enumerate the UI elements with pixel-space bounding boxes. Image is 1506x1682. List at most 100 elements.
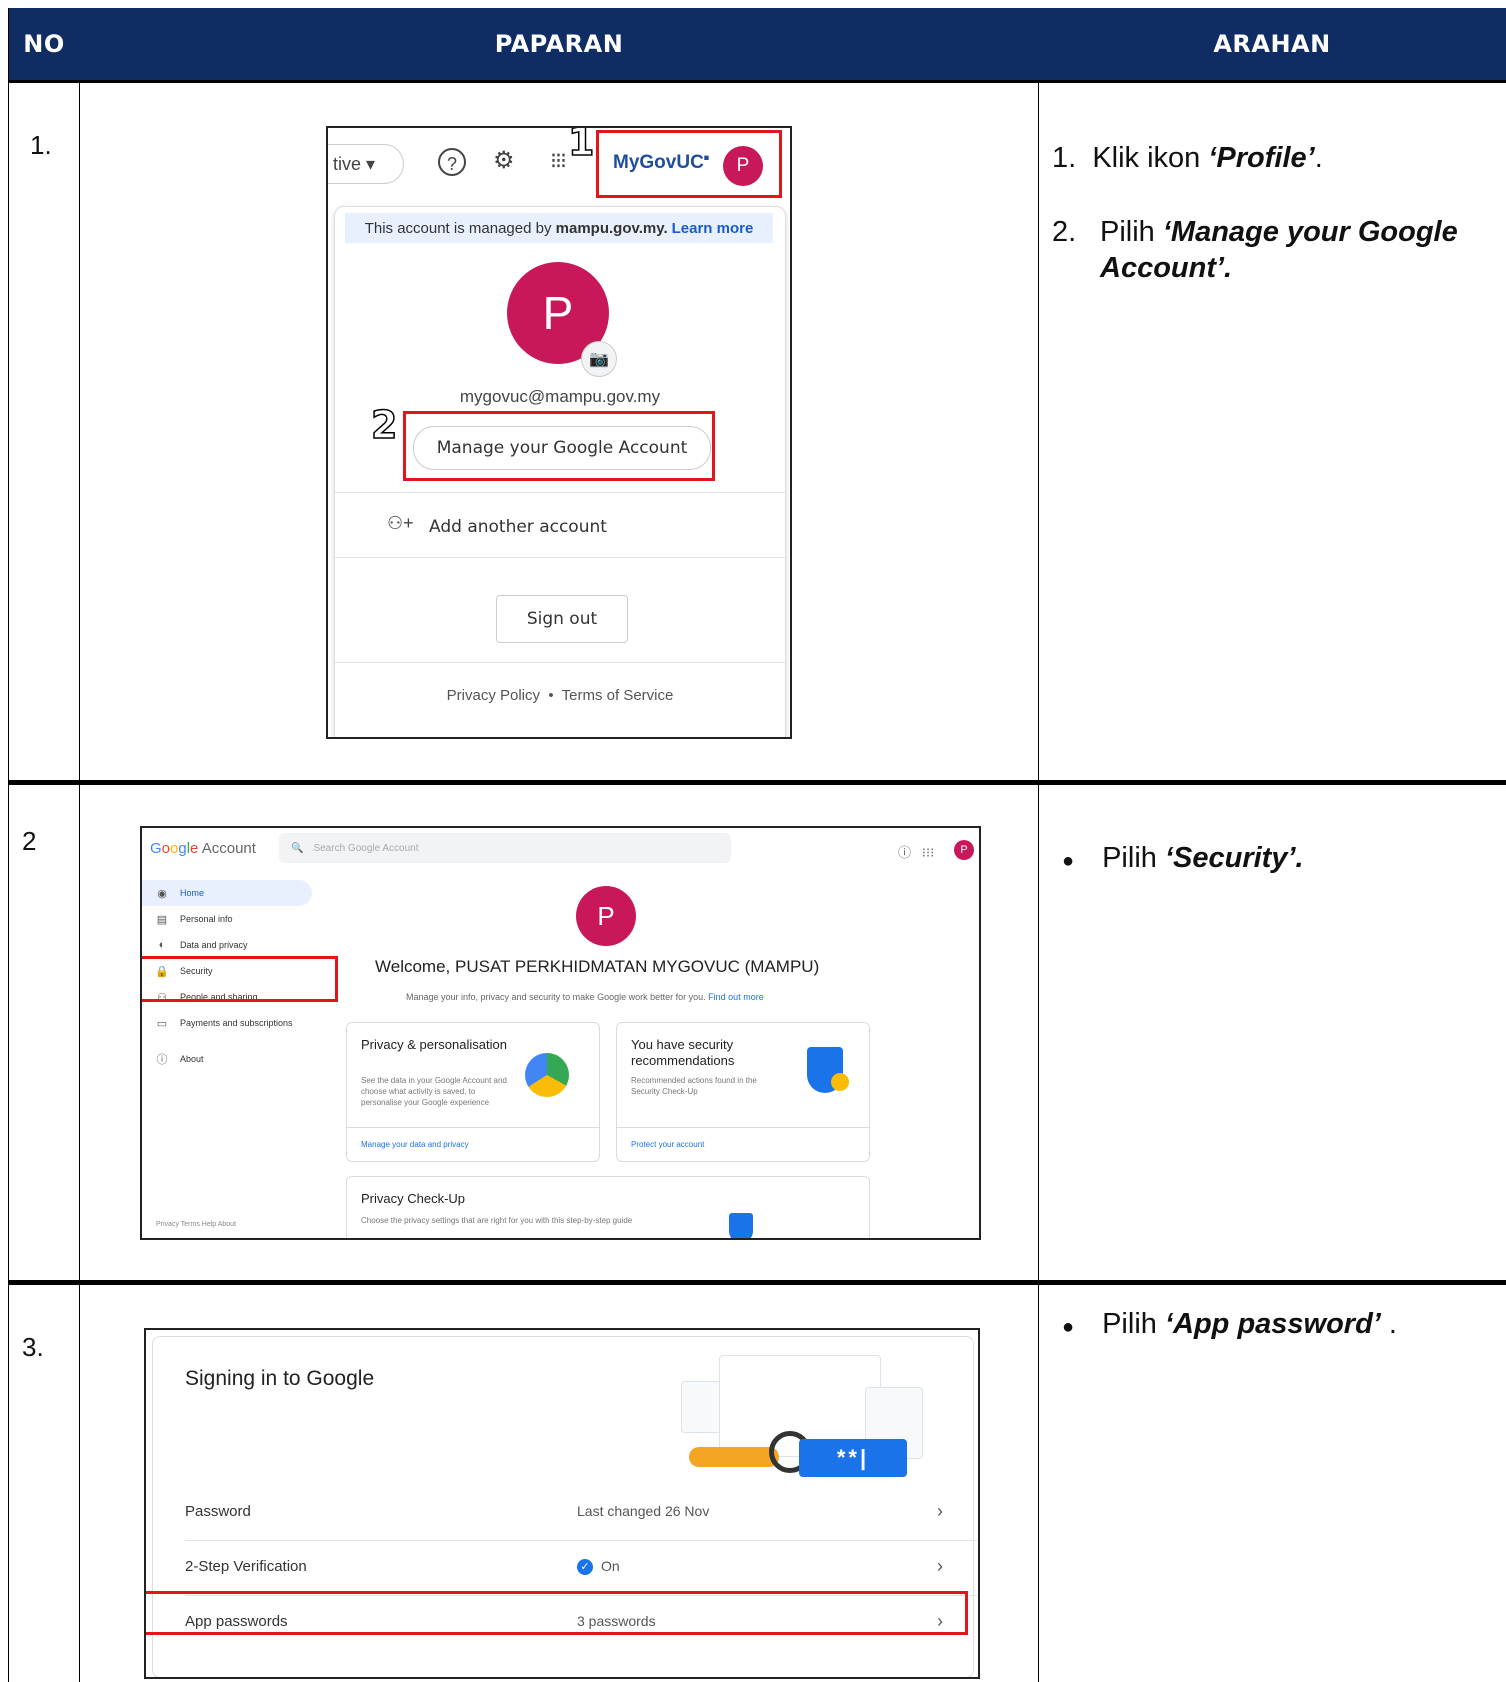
- step-marker: 1: [567, 126, 595, 165]
- protect-account-link[interactable]: Protect your account: [617, 1127, 869, 1161]
- sign-out-button[interactable]: Sign out: [496, 595, 628, 643]
- account-avatar: P: [576, 886, 636, 946]
- search-input[interactable]: 🔍 Search Google Account: [279, 833, 731, 863]
- grid-line: [79, 80, 80, 1682]
- bullet-text: Pilih: [1102, 1308, 1165, 1340]
- screenshot-signing-in: Signing in to Google **| Password Last c…: [144, 1328, 980, 1679]
- divider: [335, 557, 785, 558]
- card-description: Choose the privacy settings that are rig…: [361, 1216, 633, 1225]
- chevron-right-icon: ›: [937, 1556, 943, 1576]
- card-title: You have security recommendations: [631, 1037, 735, 1068]
- step-number: 1.: [1052, 142, 1077, 174]
- section-title: Signing in to Google: [185, 1367, 375, 1390]
- add-person-icon: ⚇+: [387, 513, 414, 533]
- sidebar-item-personal-info[interactable]: ▤ Personal info: [142, 906, 312, 932]
- row-number: 2: [22, 826, 37, 856]
- profile-avatar[interactable]: P: [723, 146, 763, 186]
- privacy-policy-link[interactable]: Privacy Policy: [447, 687, 540, 704]
- screenshot-google-account: Google Account 🔍 Search Google Account ⓘ …: [140, 826, 981, 1240]
- divider: [335, 492, 785, 493]
- id-card-icon: ▤: [156, 913, 168, 926]
- bullet-icon: ●: [1062, 1316, 1075, 1338]
- sidebar-item-home[interactable]: ◉ Home: [142, 880, 312, 906]
- welcome-heading: Welcome, PUSAT PERKHIDMATAN MYGOVUC (MAM…: [375, 957, 820, 976]
- manage-data-link[interactable]: Manage your data and privacy: [347, 1127, 599, 1161]
- step-text: Klik ikon: [1092, 142, 1209, 174]
- row-value: Last changed 26 Nov: [577, 1503, 710, 1519]
- header-paparan: PAPARAN: [494, 30, 624, 58]
- sidebar-item-about[interactable]: ⓘ About: [142, 1046, 312, 1072]
- sidebar-footer: Privacy Terms Help About: [156, 1221, 237, 1228]
- instruction-step-2: 2. Pilih ‘Manage your Google Account’.: [1052, 214, 1492, 286]
- find-out-more-link[interactable]: Find out more: [708, 992, 764, 1002]
- warning-badge-icon: [831, 1073, 849, 1091]
- row-value: ✓ On: [577, 1558, 620, 1576]
- sidebar-item-payments[interactable]: ▭ Payments and subscriptions: [142, 1010, 312, 1036]
- help-icon[interactable]: ⓘ: [898, 845, 911, 860]
- info-icon: ⓘ: [156, 1054, 168, 1066]
- google-account-logo: Google Account: [150, 840, 256, 857]
- help-icon[interactable]: ?: [438, 148, 466, 176]
- instruction-bullet: ● Pilih ‘Security’.: [1062, 840, 1304, 879]
- bullet-text: Pilih: [1102, 842, 1165, 874]
- instruction-bullet: ● Pilih ‘App password’ .: [1062, 1306, 1397, 1345]
- key-icon: [689, 1447, 779, 1467]
- chevron-right-icon: ›: [937, 1501, 943, 1521]
- managed-banner: This account is managed by mampu.gov.my.…: [345, 213, 773, 243]
- row-number: 1.: [30, 130, 52, 160]
- gear-icon[interactable]: ⚙: [493, 146, 515, 175]
- camera-icon[interactable]: 📷: [581, 341, 617, 377]
- step-emphasis: ‘Profile’: [1208, 142, 1315, 174]
- row-label: 2-Step Verification: [185, 1558, 307, 1575]
- row-separator: [8, 780, 1506, 785]
- bullet-emphasis: ‘Security’.: [1164, 842, 1304, 874]
- card-description: Recommended actions found in the Securit…: [631, 1076, 757, 1096]
- bullet-icon: ●: [1062, 850, 1075, 872]
- grid-line: [1038, 80, 1039, 1682]
- grid-line: [8, 8, 9, 1682]
- header-arahan: ARAHAN: [1213, 30, 1331, 58]
- row-number: 3.: [22, 1332, 44, 1362]
- highlight-box: [142, 956, 338, 1002]
- step-number: 2.: [1052, 216, 1077, 248]
- sidebar-item-data-privacy[interactable]: ◐ Data and privacy: [142, 932, 312, 958]
- card-title: Privacy Check-Up: [361, 1191, 466, 1206]
- row-label: Password: [185, 1503, 251, 1520]
- password-field-icon: **|: [799, 1439, 907, 1477]
- card-description: See the data in your Google Account and …: [361, 1076, 507, 1107]
- welcome-subtitle: Manage your info, privacy and security t…: [406, 992, 764, 1002]
- apps-grid-icon[interactable]: ⁝⁝⁝: [550, 148, 567, 174]
- home-icon: ◉: [157, 887, 167, 900]
- row-separator: [8, 1280, 1506, 1285]
- bullet-tail: .: [1380, 1308, 1397, 1340]
- security-card: You have security recommendations Recomm…: [616, 1022, 870, 1162]
- apps-grid-icon[interactable]: ⁝⁝⁝: [922, 845, 934, 860]
- status-pill[interactable]: tive ▾: [328, 144, 404, 184]
- toggle-icon: ◐: [158, 939, 166, 951]
- step-marker: 2: [370, 402, 398, 448]
- terms-link[interactable]: Terms of Service: [562, 687, 674, 704]
- top-icons: ⓘ ⁝⁝⁝: [898, 842, 934, 861]
- profile-avatar[interactable]: P: [954, 840, 974, 860]
- privacy-illustration-icon: [525, 1053, 569, 1097]
- check-icon: ✓: [577, 1559, 593, 1576]
- privacy-checkup-card[interactable]: Privacy Check-Up Choose the privacy sett…: [346, 1176, 870, 1238]
- signin-illustration: **|: [669, 1347, 939, 1487]
- brand-logo: MyGovUC■: [613, 152, 710, 173]
- two-step-row[interactable]: 2-Step Verification ✓ On ›: [185, 1540, 945, 1594]
- card-title: Privacy & personalisation: [361, 1037, 507, 1052]
- instruction-step-1: 1. Klik ikon ‘Profile’.: [1052, 140, 1472, 176]
- highlight-box: [403, 411, 715, 481]
- learn-more-link[interactable]: Learn more: [672, 220, 754, 237]
- header-no: NO: [23, 30, 65, 58]
- password-row[interactable]: Password Last changed 26 Nov ›: [185, 1485, 945, 1539]
- search-icon: 🔍: [291, 842, 304, 854]
- logo-suffix: Account: [201, 840, 256, 857]
- privacy-card: Privacy & personalisation See the data i…: [346, 1022, 600, 1162]
- add-account-link[interactable]: Add another account: [429, 517, 607, 537]
- grid-line: [8, 80, 1506, 83]
- account-email: mygovuc@mampu.gov.my: [459, 387, 661, 406]
- bullet-emphasis: ‘App password’: [1164, 1308, 1381, 1340]
- divider: [335, 662, 785, 663]
- step-tail: .: [1314, 142, 1323, 174]
